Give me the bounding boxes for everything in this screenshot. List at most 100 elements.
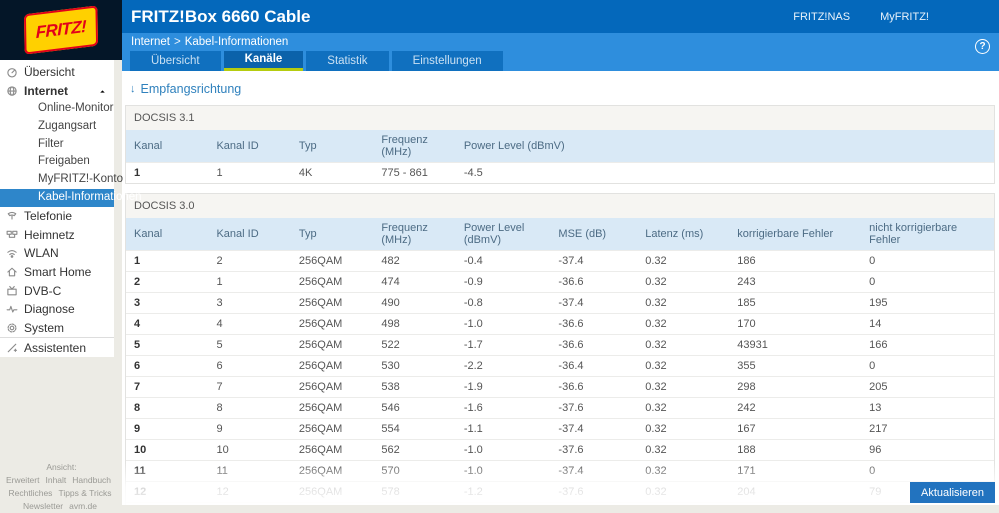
fritz-logo-text: FRITZ! [36, 17, 87, 43]
table-cell: -1.7 [456, 335, 551, 356]
sidebar-item-label: System [24, 321, 64, 335]
table-cell: 11 [126, 461, 208, 482]
table-cell: 256QAM [291, 335, 373, 356]
sidebar-item-smart-home[interactable]: Smart Home [0, 263, 114, 282]
table-cell: -37.6 [550, 398, 637, 419]
table-cell: 0.32 [637, 461, 729, 482]
sidebar-subitem-freigaben[interactable]: Freigaben [0, 153, 114, 171]
table-cell: 166 [861, 335, 994, 356]
column-header: Latenz (ms) [637, 218, 729, 251]
smart-home-icon [6, 266, 18, 278]
table-row: 88256QAM546-1.6-37.60.3224213 [126, 398, 994, 419]
table-row: 99256QAM554-1.1-37.40.32167217 [126, 419, 994, 440]
sidebar-item-uebersicht[interactable]: Übersicht [0, 63, 114, 82]
footer-line: Newsletter avm.de [0, 500, 120, 513]
sidebar-item-diagnose[interactable]: Diagnose [0, 300, 114, 319]
table-cell: 4K [291, 163, 373, 184]
breadcrumb-current: Kabel-Informationen [185, 36, 289, 48]
table-cell: 170 [729, 314, 861, 335]
footer-link-ansicht[interactable]: Ansicht: Erweitert [6, 462, 77, 485]
table-row: 66256QAM530-2.2-36.40.323550 [126, 356, 994, 377]
table-cell: 298 [729, 377, 861, 398]
table-cell: 1 [208, 272, 290, 293]
table-cell: -1.0 [456, 314, 551, 335]
column-header: Kanal [126, 218, 208, 251]
fritznas-link[interactable]: FRITZ!NAS [793, 11, 850, 23]
table-cell: 0.32 [637, 293, 729, 314]
docsis30-section: DOCSIS 3.0 KanalKanal IDTypFrequenz (MHz… [125, 193, 995, 505]
table-cell: 256QAM [291, 251, 373, 272]
sidebar-item-label: Smart Home [24, 265, 91, 279]
table-cell: 256QAM [291, 377, 373, 398]
sidebar-subitem-zugangsart[interactable]: Zugangsart [0, 118, 114, 136]
table-cell: 0.32 [637, 398, 729, 419]
refresh-button[interactable]: Aktualisieren [910, 482, 995, 503]
sidebar-subitem-myfritz-konto[interactable]: MyFRITZ!-Konto [0, 171, 114, 189]
footer-link-newsletter[interactable]: Newsletter [23, 501, 63, 511]
table-cell: 256QAM [291, 461, 373, 482]
network-icon [6, 229, 18, 241]
sub-header: Internet > Kabel-Informationen ? Übersicht… [122, 33, 999, 71]
breadcrumb-parent[interactable]: Internet [131, 36, 170, 48]
tab-kanaele[interactable]: Kanäle [224, 51, 304, 71]
footer-link-inhalt[interactable]: Inhalt [45, 475, 66, 485]
table-cell: 546 [373, 398, 455, 419]
fritz-logo[interactable]: FRITZ! [24, 5, 98, 54]
header-row: KanalKanal IDTypFrequenz (MHz)Power Leve… [126, 130, 994, 163]
table-cell: 0.32 [637, 377, 729, 398]
docsis31-title: DOCSIS 3.1 [126, 106, 994, 130]
table-cell: 0 [861, 251, 994, 272]
wizard-icon [6, 342, 18, 354]
sidebar-item-dvb-c[interactable]: DVB-C [0, 281, 114, 300]
tab-statistik[interactable]: Statistik [306, 51, 388, 71]
table-cell: 6 [126, 356, 208, 377]
direction-heading-label: Empfangsrichtung [141, 82, 242, 96]
column-header: korrigierbare Fehler [729, 218, 861, 251]
tv-icon [6, 285, 18, 297]
breadcrumb-separator: > [174, 36, 181, 48]
footer-link-avm[interactable]: avm.de [69, 501, 97, 511]
tab-einstellungen[interactable]: Einstellungen [392, 51, 503, 71]
sidebar-subitem-filter[interactable]: Filter [0, 136, 114, 154]
footer-link-handbuch[interactable]: Handbuch [72, 475, 111, 485]
sidebar-item-heimnetz[interactable]: Heimnetz [0, 225, 114, 244]
footer-link-tipps[interactable]: Tipps & Tricks [58, 488, 111, 498]
table-cell: -4.5 [456, 163, 994, 184]
sidebar-item-telefonie[interactable]: Telefonie [0, 207, 114, 226]
table-row: 44256QAM498-1.0-36.60.3217014 [126, 314, 994, 335]
myfritz-link[interactable]: MyFRITZ! [880, 11, 929, 23]
footer-link-rechtliches[interactable]: Rechtliches [9, 488, 53, 498]
table-cell: 9 [126, 419, 208, 440]
table-cell: 12 [126, 482, 208, 503]
table-cell: 256QAM [291, 398, 373, 419]
table-cell: -0.4 [456, 251, 551, 272]
footer-line: Rechtliches Tipps & Tricks [0, 487, 120, 500]
sidebar-item-system[interactable]: System [0, 319, 114, 338]
sidebar-item-label: Assistenten [24, 341, 86, 355]
table-cell: -36.6 [550, 377, 637, 398]
table-cell: 188 [729, 440, 861, 461]
sidebar-subitem-online-monitor[interactable]: Online-Monitor [0, 100, 114, 118]
table-cell: 5 [126, 335, 208, 356]
docsis31-section: DOCSIS 3.1 KanalKanal IDTypFrequenz (MHz… [125, 105, 995, 184]
header-row: KanalKanal IDTypFrequenz (MHz)Power Leve… [126, 218, 994, 251]
help-icon[interactable]: ? [975, 39, 990, 54]
sidebar-item-assistenten[interactable]: Assistenten [0, 337, 114, 357]
table-cell: -1.0 [456, 461, 551, 482]
table-cell: -37.4 [550, 461, 637, 482]
chevron-up-icon [98, 87, 107, 96]
table-cell: 0.32 [637, 356, 729, 377]
column-header: MSE (dB) [550, 218, 637, 251]
sidebar-subitem-kabel-informationen[interactable]: Kabel-Informationen [0, 189, 114, 207]
table-cell: 13 [861, 398, 994, 419]
sidebar-item-internet[interactable]: Internet [0, 82, 114, 101]
table-cell: 256QAM [291, 293, 373, 314]
sidebar-item-wlan[interactable]: WLAN [0, 244, 114, 263]
column-header: Frequenz (MHz) [373, 130, 455, 163]
tab-uebersicht[interactable]: Übersicht [130, 51, 221, 71]
table-cell: 10 [208, 440, 290, 461]
table-cell: 243 [729, 272, 861, 293]
table-cell: -36.6 [550, 314, 637, 335]
diagnose-icon [6, 303, 18, 315]
table-cell: 171 [729, 461, 861, 482]
